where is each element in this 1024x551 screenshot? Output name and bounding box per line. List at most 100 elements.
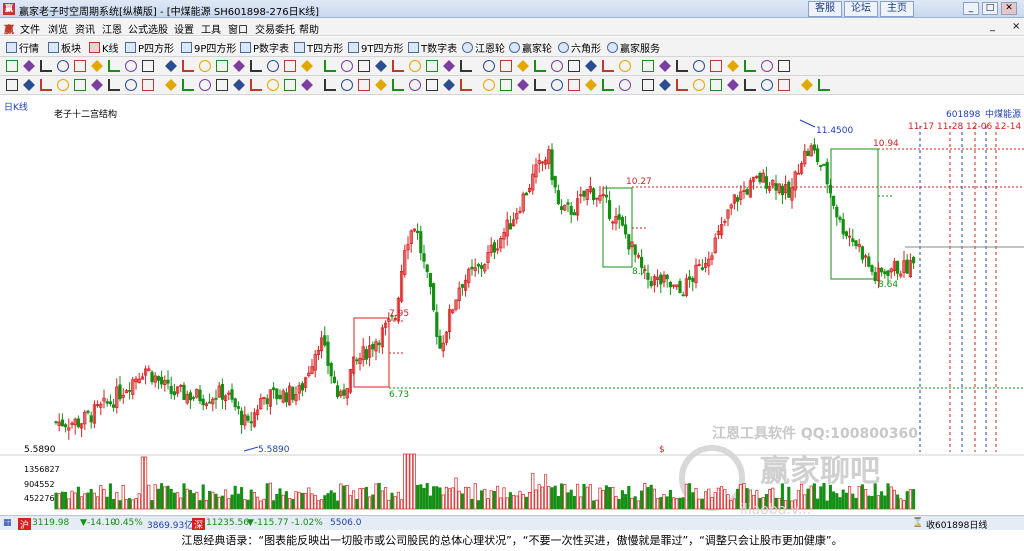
draw-tool-22-icon[interactable] <box>375 60 387 72</box>
draw-tool-37-icon[interactable] <box>642 60 654 72</box>
analysis-tool-14-icon[interactable] <box>233 79 245 91</box>
analysis-tool-1-icon[interactable] <box>6 79 18 91</box>
analysis-tool-34-icon[interactable] <box>585 79 597 91</box>
analysis-tool-41-icon[interactable] <box>710 79 722 91</box>
toolbar-t-square-button[interactable]: T四方形 <box>294 40 343 55</box>
analysis-tool-12-icon[interactable] <box>199 79 211 91</box>
status-grid-icon[interactable]: ▦ <box>3 518 12 528</box>
analysis-tool-26-icon[interactable] <box>443 79 455 91</box>
draw-tool-44-icon[interactable] <box>761 60 773 72</box>
analysis-tool-22-icon[interactable] <box>375 79 387 91</box>
kline-chart[interactable]: 日K线 老子十二宫结构 601898 中煤能源 11-17 11-28 12-0… <box>0 96 1024 518</box>
mdi-close-icon[interactable]: × <box>1012 21 1020 32</box>
draw-tool-25-icon[interactable] <box>426 60 438 72</box>
draw-tool-42-icon[interactable] <box>727 60 739 72</box>
draw-tool-7-icon[interactable] <box>108 60 120 72</box>
analysis-tool-9-icon[interactable] <box>142 79 154 91</box>
draw-tool-29-icon[interactable] <box>500 60 512 72</box>
menu-file[interactable]: 文件 <box>20 21 40 36</box>
draw-tool-3-icon[interactable] <box>40 60 52 72</box>
draw-tool-30-icon[interactable] <box>517 60 529 72</box>
menu-app-icon[interactable]: 赢 <box>4 21 14 36</box>
draw-tool-12-icon[interactable] <box>199 60 211 72</box>
toolbar-winner-wheel-button[interactable]: 赢家轮 <box>509 40 552 55</box>
analysis-tool-47-icon[interactable] <box>818 79 830 91</box>
minimize-icon[interactable]: _ <box>963 2 979 15</box>
toolbar-gann-wheel-button[interactable]: 江恩轮 <box>462 40 505 55</box>
draw-tool-17-icon[interactable] <box>284 60 296 72</box>
draw-tool-36-icon[interactable] <box>619 60 631 72</box>
analysis-tool-3-icon[interactable] <box>40 79 52 91</box>
analysis-tool-44-icon[interactable] <box>761 79 773 91</box>
analysis-tool-16-icon[interactable] <box>267 79 279 91</box>
draw-tool-38-icon[interactable] <box>659 60 671 72</box>
analysis-tool-46-icon[interactable] <box>801 79 813 91</box>
analysis-tool-2-icon[interactable] <box>23 79 35 91</box>
analysis-tool-43-icon[interactable] <box>744 79 756 91</box>
analysis-tool-8-icon[interactable] <box>125 79 137 91</box>
draw-tool-5-icon[interactable] <box>74 60 86 72</box>
draw-tool-11-icon[interactable] <box>182 60 194 72</box>
maximize-icon[interactable]: □ <box>982 2 998 15</box>
toolbar-hexagon-button[interactable]: 六角形 <box>558 40 601 55</box>
draw-tool-21-icon[interactable] <box>358 60 370 72</box>
analysis-tool-10-icon[interactable] <box>165 79 177 91</box>
draw-tool-34-icon[interactable] <box>585 60 597 72</box>
analysis-tool-23-icon[interactable] <box>392 79 404 91</box>
analysis-tool-28-icon[interactable] <box>483 79 495 91</box>
analysis-tool-20-icon[interactable] <box>341 79 353 91</box>
analysis-tool-13-icon[interactable] <box>216 79 228 91</box>
menu-trade[interactable]: 交易委托 <box>255 21 295 36</box>
draw-tool-45-icon[interactable] <box>778 60 790 72</box>
draw-tool-9-icon[interactable] <box>142 60 154 72</box>
menu-tools[interactable]: 工具 <box>201 21 221 36</box>
draw-tool-16-icon[interactable] <box>267 60 279 72</box>
analysis-tool-39-icon[interactable] <box>676 79 688 91</box>
analysis-tool-40-icon[interactable] <box>693 79 705 91</box>
analysis-tool-36-icon[interactable] <box>619 79 631 91</box>
analysis-tool-31-icon[interactable] <box>534 79 546 91</box>
draw-tool-4-icon[interactable] <box>57 60 69 72</box>
menu-browse[interactable]: 浏览 <box>48 21 68 36</box>
draw-tool-14-icon[interactable] <box>233 60 245 72</box>
draw-tool-1-icon[interactable] <box>6 60 18 72</box>
analysis-tool-37-icon[interactable] <box>642 79 654 91</box>
analysis-tool-17-icon[interactable] <box>284 79 296 91</box>
draw-tool-6-icon[interactable] <box>91 60 103 72</box>
draw-tool-24-icon[interactable] <box>409 60 421 72</box>
draw-tool-28-icon[interactable] <box>483 60 495 72</box>
draw-tool-27-icon[interactable] <box>460 60 472 72</box>
draw-tool-26-icon[interactable] <box>443 60 455 72</box>
menu-formula[interactable]: 公式选股 <box>128 21 168 36</box>
link-forum[interactable]: 论坛 <box>844 1 878 17</box>
toolbar-service-button[interactable]: 赢家服务 <box>607 40 660 55</box>
menu-info[interactable]: 资讯 <box>75 21 95 36</box>
analysis-tool-21-icon[interactable] <box>358 79 370 91</box>
draw-tool-10-icon[interactable] <box>165 60 177 72</box>
mdi-minimize-icon[interactable]: _ <box>990 21 995 32</box>
draw-tool-2-icon[interactable] <box>23 60 35 72</box>
toolbar-market-button[interactable]: 行情 <box>6 40 39 55</box>
draw-tool-35-icon[interactable] <box>602 60 614 72</box>
analysis-tool-24-icon[interactable] <box>409 79 421 91</box>
analysis-tool-38-icon[interactable] <box>659 79 671 91</box>
analysis-tool-18-icon[interactable] <box>301 79 313 91</box>
analysis-tool-25-icon[interactable] <box>426 79 438 91</box>
menu-window[interactable]: 窗口 <box>228 21 248 36</box>
analysis-tool-42-icon[interactable] <box>727 79 739 91</box>
toolbar-p-number-button[interactable]: P数字表 <box>240 40 289 55</box>
draw-tool-39-icon[interactable] <box>676 60 688 72</box>
draw-tool-13-icon[interactable] <box>216 60 228 72</box>
chart-area[interactable]: 日K线 老子十二宫结构 601898 中煤能源 11-17 11-28 12-0… <box>0 96 1024 518</box>
analysis-tool-45-icon[interactable] <box>778 79 790 91</box>
draw-tool-19-icon[interactable] <box>324 60 336 72</box>
draw-tool-23-icon[interactable] <box>392 60 404 72</box>
draw-tool-15-icon[interactable] <box>250 60 262 72</box>
analysis-tool-5-icon[interactable] <box>74 79 86 91</box>
analysis-tool-33-icon[interactable] <box>568 79 580 91</box>
analysis-tool-32-icon[interactable] <box>551 79 563 91</box>
close-icon[interactable]: ✕ <box>1001 2 1017 15</box>
draw-tool-43-icon[interactable] <box>744 60 756 72</box>
analysis-tool-30-icon[interactable] <box>517 79 529 91</box>
analysis-tool-19-icon[interactable] <box>324 79 336 91</box>
